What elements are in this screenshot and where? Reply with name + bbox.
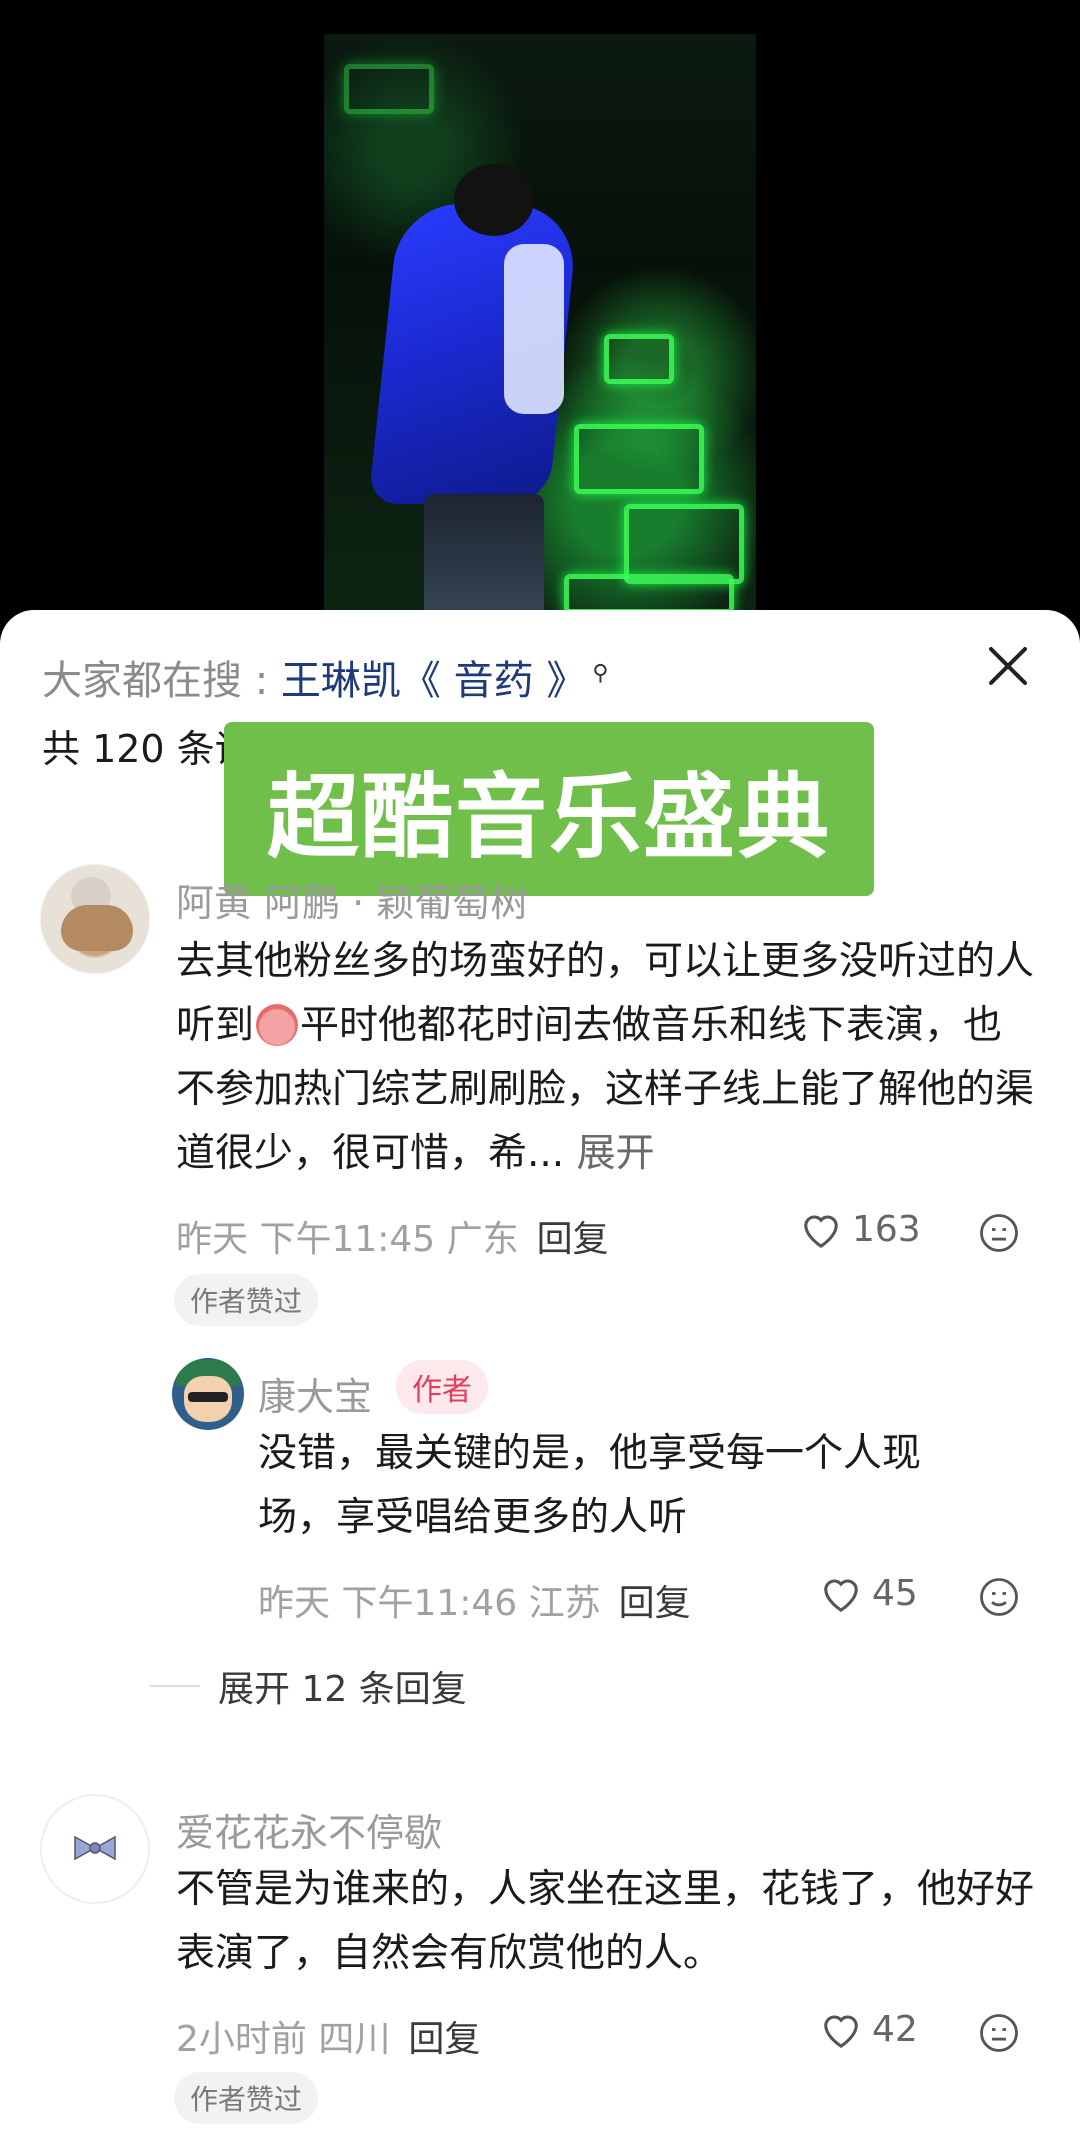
expand-link[interactable]: 展开 bbox=[577, 1131, 655, 1176]
like-button[interactable]: 163 bbox=[798, 1208, 921, 1250]
close-icon[interactable] bbox=[986, 644, 1030, 688]
comment-author[interactable]: 阿黄 阿鹏 · 颖葡萄树 bbox=[176, 872, 528, 927]
reply-button[interactable]: 回复 bbox=[619, 1583, 691, 1624]
like-count: 163 bbox=[852, 1208, 921, 1250]
comment-text: 去其他粉丝多的场蛮好的，可以让更多没听过的人听到 平时他都花时间去做音乐和线下表演… bbox=[176, 939, 1035, 1176]
bow-icon bbox=[74, 1835, 116, 1861]
emoji-face-icon[interactable] bbox=[978, 1212, 1020, 1254]
like-button[interactable]: 42 bbox=[818, 2008, 918, 2050]
like-count: 42 bbox=[872, 2008, 918, 2050]
reply-button[interactable]: 回复 bbox=[408, 2019, 480, 2060]
heart-icon bbox=[824, 2015, 858, 2048]
author-badge: 作者 bbox=[396, 1360, 488, 1414]
heart-icon bbox=[824, 1579, 858, 1612]
avatar[interactable] bbox=[40, 864, 150, 974]
search-icon: ⚲ bbox=[592, 660, 609, 686]
search-suggestion[interactable]: 大家都在搜 : 王琳凯《 音药 》 ⚲ bbox=[42, 648, 608, 706]
author-liked-tag: 作者赞过 bbox=[174, 2072, 319, 2124]
video-player[interactable] bbox=[324, 34, 756, 614]
search-keyword[interactable]: 王琳凯《 音药 》 bbox=[281, 658, 586, 704]
performer-figure bbox=[368, 164, 580, 614]
reply-author[interactable]: 康大宝 bbox=[258, 1366, 372, 1421]
comment-author[interactable]: 爱花花永不停歇 bbox=[176, 1802, 442, 1857]
reply-text: 没错，最关键的是，他享受每一个人现场，享受唱给更多的人听 bbox=[258, 1431, 922, 1540]
author-liked-tag: 作者赞过 bbox=[174, 1274, 319, 1326]
comment-meta: 2小时前 四川 回复 bbox=[176, 2019, 481, 2060]
expand-replies-button[interactable]: 展开 12 条回复 bbox=[150, 1660, 467, 1712]
overlay-banner: 超酷音乐盛典 bbox=[224, 722, 874, 896]
comment-meta: 昨天 下午11:45 广东 回复 bbox=[176, 1219, 609, 1260]
like-button[interactable]: 45 bbox=[818, 1572, 918, 1614]
search-prefix: 大家都在搜 : bbox=[42, 658, 281, 704]
avatar[interactable] bbox=[172, 1358, 244, 1430]
emoji-face-icon[interactable] bbox=[978, 2012, 1020, 2054]
avatar[interactable] bbox=[40, 1794, 150, 1904]
heart-icon bbox=[804, 1215, 838, 1248]
like-count: 45 bbox=[872, 1572, 918, 1614]
emoji-face-icon[interactable] bbox=[978, 1576, 1020, 1618]
reply-meta: 昨天 下午11:46 江苏 回复 bbox=[258, 1583, 691, 1624]
reply-button[interactable]: 回复 bbox=[537, 1219, 609, 1260]
emoji-icon bbox=[256, 1003, 299, 1046]
comment-sheet: 大家都在搜 : 王琳凯《 音药 》 ⚲ 共 120 条评论 超酷音乐盛典 阿黄 阿… bbox=[0, 610, 1080, 2148]
comment-text: 不管是为谁来的，人家坐在这里，花钱了，他好好表演了，自然会有欣赏他的人。 bbox=[176, 1867, 1035, 1976]
